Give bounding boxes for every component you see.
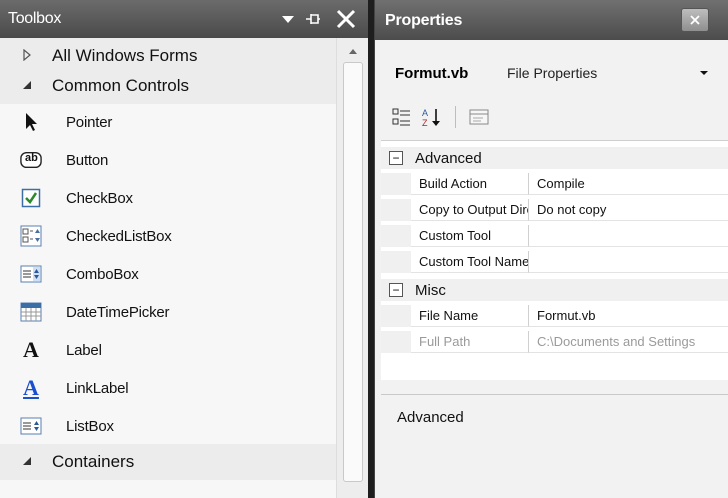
description-title: Advanced xyxy=(397,409,464,426)
property-row-custom-tool-namespace[interactable]: Custom Tool Namespace xyxy=(381,251,728,273)
property-description-pane: Advanced xyxy=(381,394,728,498)
label-icon-glyph: A xyxy=(23,337,39,362)
pointer-icon xyxy=(20,111,42,133)
scrollbar-thumb[interactable] xyxy=(343,62,363,482)
property-value[interactable] xyxy=(529,225,728,247)
toolbox-header: Toolbox xyxy=(0,0,368,38)
toolbox-item-checkedlistbox[interactable]: CheckedListBox xyxy=(0,218,336,254)
toolbox-item-button[interactable]: ab Button xyxy=(0,142,336,178)
category-label: Common Controls xyxy=(52,76,189,95)
collapse-toggle-icon[interactable]: − xyxy=(389,283,403,297)
button-icon: ab xyxy=(20,149,42,171)
item-label: DateTimePicker xyxy=(66,303,170,321)
property-name: Build Action xyxy=(411,173,529,195)
sort-alpha-icon[interactable]: AZ xyxy=(419,104,445,130)
checkedlistbox-icon xyxy=(20,225,42,247)
property-value[interactable]: Compile xyxy=(529,173,728,195)
svg-text:Z: Z xyxy=(422,118,428,128)
combobox-icon xyxy=(20,263,42,285)
category-label: Containers xyxy=(52,452,135,471)
category-misc[interactable]: − Misc xyxy=(381,279,728,301)
property-row-copy-to-output[interactable]: Copy to Output Directory Do not copy xyxy=(381,199,728,221)
property-name: Custom Tool Namespace xyxy=(411,251,529,273)
item-label: ComboBox xyxy=(66,265,139,283)
linklabel-icon-glyph: A xyxy=(23,375,39,400)
item-label: CheckedListBox xyxy=(66,227,172,245)
listbox-icon xyxy=(20,415,42,437)
toolbox-item-pointer[interactable]: Pointer xyxy=(0,104,336,140)
object-name: Formut.vb xyxy=(395,64,469,82)
property-name: Copy to Output Directory xyxy=(411,199,529,221)
property-name: Full Path xyxy=(411,331,529,353)
property-value[interactable] xyxy=(529,251,728,273)
datetimepicker-icon xyxy=(20,301,42,323)
property-value[interactable]: Formut.vb xyxy=(529,305,728,327)
close-icon[interactable] xyxy=(681,8,709,32)
collapsed-arrow-icon xyxy=(22,48,32,64)
toolbar-separator xyxy=(455,106,456,128)
property-row-full-path[interactable]: Full Path C:\Documents and Settings xyxy=(381,331,728,353)
item-label: ListBox xyxy=(66,417,114,435)
toolbox-title: Toolbox xyxy=(8,10,62,27)
row-gutter xyxy=(381,331,411,353)
item-label: Pointer xyxy=(66,113,113,131)
property-grid: − Advanced Build Action Compile Copy to … xyxy=(381,140,728,380)
dropdown-arrow-icon[interactable] xyxy=(278,5,298,33)
item-label: CheckBox xyxy=(66,189,133,207)
category-name: Advanced xyxy=(415,149,482,167)
toolbox-item-checkbox[interactable]: CheckBox xyxy=(0,180,336,216)
toolbox-item-datetimepicker[interactable]: DateTimePicker xyxy=(0,294,336,330)
svg-text:A: A xyxy=(422,108,428,118)
toolbox-list: All Windows Forms Common Controls Pointe… xyxy=(0,38,336,498)
categorized-icon[interactable] xyxy=(389,104,415,130)
property-name: File Name xyxy=(411,305,529,327)
object-selector-combo[interactable]: Formut.vb File Properties xyxy=(381,56,721,90)
linklabel-icon: A xyxy=(20,375,42,400)
property-row-file-name[interactable]: File Name Formut.vb xyxy=(381,305,728,327)
expanded-arrow-icon xyxy=(22,456,32,469)
scroll-up-icon[interactable] xyxy=(337,38,369,64)
properties-panel: Properties Formut.vb File Properties AZ … xyxy=(374,0,728,498)
category-name: Misc xyxy=(415,281,446,299)
row-gutter xyxy=(381,305,411,327)
toolbox-item-combobox[interactable]: ComboBox xyxy=(0,256,336,292)
collapse-toggle-icon[interactable]: − xyxy=(389,151,403,165)
button-icon-glyph: ab xyxy=(25,152,38,164)
row-gutter xyxy=(381,251,411,273)
expanded-arrow-icon xyxy=(22,80,32,93)
category-containers[interactable]: Containers xyxy=(0,444,336,480)
toolbox-scrollbar[interactable] xyxy=(336,38,368,498)
item-label: Label xyxy=(66,341,102,359)
label-icon: A xyxy=(20,337,42,362)
properties-toolbar: AZ xyxy=(389,100,492,134)
properties-title: Properties xyxy=(385,12,463,29)
chevron-down-icon xyxy=(699,68,709,79)
property-pages-icon[interactable] xyxy=(466,104,492,130)
property-row-build-action[interactable]: Build Action Compile xyxy=(381,173,728,195)
row-gutter xyxy=(381,225,411,247)
property-name: Custom Tool xyxy=(411,225,529,247)
property-value[interactable]: C:\Documents and Settings xyxy=(529,331,728,353)
properties-header: Properties xyxy=(375,0,728,40)
row-gutter xyxy=(381,199,411,221)
object-kind: File Properties xyxy=(507,65,598,81)
toolbox-item-listbox[interactable]: ListBox xyxy=(0,408,336,444)
item-label: Button xyxy=(66,151,109,169)
property-row-custom-tool[interactable]: Custom Tool xyxy=(381,225,728,247)
toolbox-panel: Toolbox All Windows Forms Common Control… xyxy=(0,0,368,498)
category-advanced[interactable]: − Advanced xyxy=(381,147,728,169)
property-value[interactable]: Do not copy xyxy=(529,199,728,221)
pin-icon[interactable] xyxy=(302,5,324,33)
close-icon[interactable] xyxy=(332,5,360,33)
item-label: LinkLabel xyxy=(66,379,129,397)
category-common-controls[interactable]: Common Controls xyxy=(0,68,336,104)
toolbox-item-linklabel[interactable]: A LinkLabel xyxy=(0,370,336,406)
checkbox-icon xyxy=(20,187,42,209)
category-label: All Windows Forms xyxy=(52,46,198,65)
row-gutter xyxy=(381,173,411,195)
toolbox-item-label[interactable]: A Label xyxy=(0,332,336,368)
